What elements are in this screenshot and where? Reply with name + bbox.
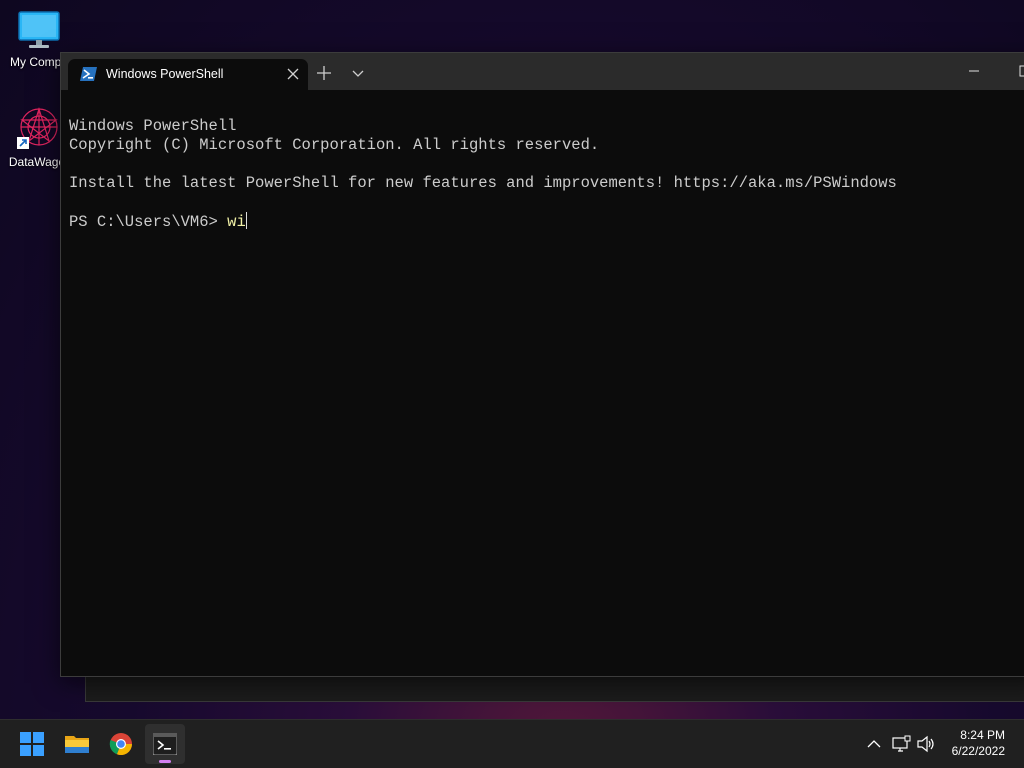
prompt-text: PS C:\Users\VM6> [69, 213, 228, 231]
terminal-window[interactable]: Windows PowerShell Windows PowerShell Cop… [60, 52, 1024, 677]
active-app-indicator [159, 760, 171, 763]
console-line: Copyright (C) Microsoft Corporation. All… [69, 136, 600, 154]
tab-windows-powershell[interactable]: Windows PowerShell [68, 59, 308, 90]
chevron-down-icon[interactable] [345, 61, 371, 85]
tab-title: Windows PowerShell [106, 67, 224, 81]
terminal-taskbar-button[interactable] [145, 724, 185, 764]
console-line: Windows PowerShell [69, 117, 237, 135]
minimize-icon[interactable] [954, 57, 994, 85]
new-tab-plus-icon[interactable] [311, 61, 337, 85]
text-cursor [245, 212, 247, 229]
monitor-icon [18, 11, 60, 48]
volume-icon[interactable] [916, 734, 936, 754]
typed-command[interactable]: wi [227, 213, 246, 231]
prompt-line[interactable]: PS C:\Users\VM6> wi [69, 212, 1024, 231]
system-clock[interactable]: 8:24 PM 6/22/2022 [952, 727, 1005, 759]
clock-date: 6/22/2022 [951, 744, 1005, 758]
chrome-icon [109, 733, 133, 756]
powershell-icon [80, 67, 97, 81]
title-bar[interactable]: Windows PowerShell [61, 53, 1024, 90]
close-tab-icon[interactable] [284, 65, 302, 83]
start-icon [20, 732, 44, 756]
network-icon[interactable] [891, 734, 911, 754]
console-line: Install the latest PowerShell for new fe… [69, 174, 897, 192]
chevron-up-icon[interactable] [864, 734, 884, 754]
chrome-button[interactable] [101, 724, 141, 764]
start-button[interactable] [12, 724, 52, 764]
console-output[interactable]: Windows PowerShell Copyright (C) Microsof… [69, 98, 1024, 668]
file-explorer-button[interactable] [57, 724, 97, 764]
file-explorer-icon [65, 736, 89, 753]
clock-time: 8:24 PM [960, 728, 1005, 742]
datawagon-logo-icon [17, 106, 58, 149]
terminal-icon [153, 733, 177, 755]
maximize-icon[interactable] [1005, 57, 1024, 85]
taskbar: 8:24 PM 6/22/2022 [0, 719, 1024, 768]
